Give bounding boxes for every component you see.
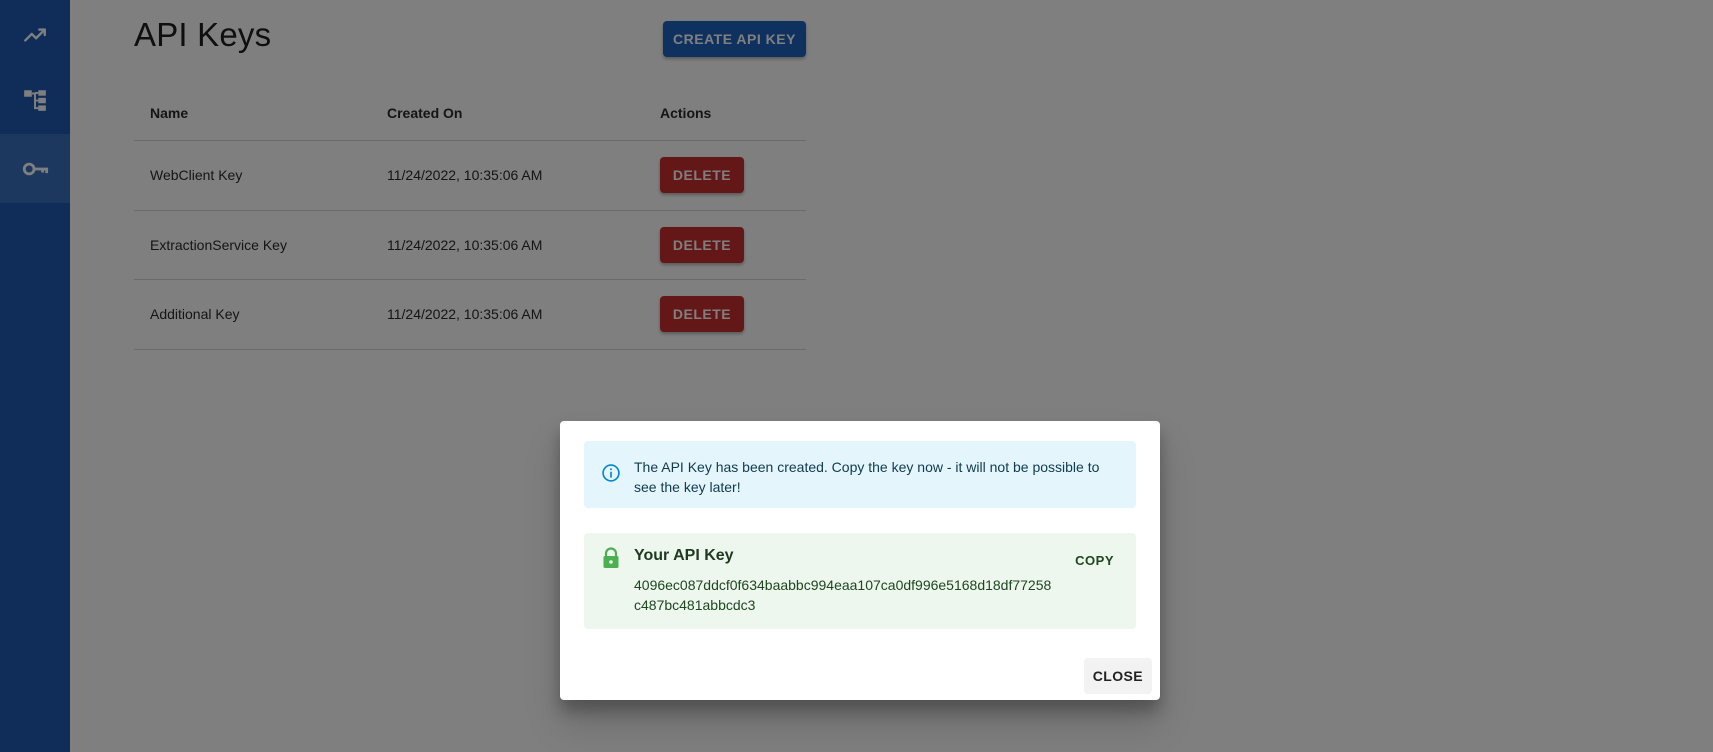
info-alert: The API Key has been created. Copy the k… (584, 441, 1136, 508)
api-key-created-dialog: The API Key has been created. Copy the k… (560, 421, 1160, 700)
copy-button[interactable]: COPY (1065, 545, 1124, 575)
info-message: The API Key has been created. Copy the k… (634, 459, 1100, 495)
api-key-value: 4096ec087ddcf0f634baabbc994eaa107ca0df99… (634, 577, 1052, 613)
info-icon (601, 463, 621, 488)
app-root: API Keys CREATE API KEY Name Created On … (0, 0, 1713, 752)
api-key-title: Your API Key (634, 547, 734, 564)
api-key-alert: Your API Key 4096ec087ddcf0f634baabbc994… (584, 533, 1136, 629)
close-button[interactable]: CLOSE (1083, 658, 1152, 694)
lock-icon (601, 547, 621, 574)
